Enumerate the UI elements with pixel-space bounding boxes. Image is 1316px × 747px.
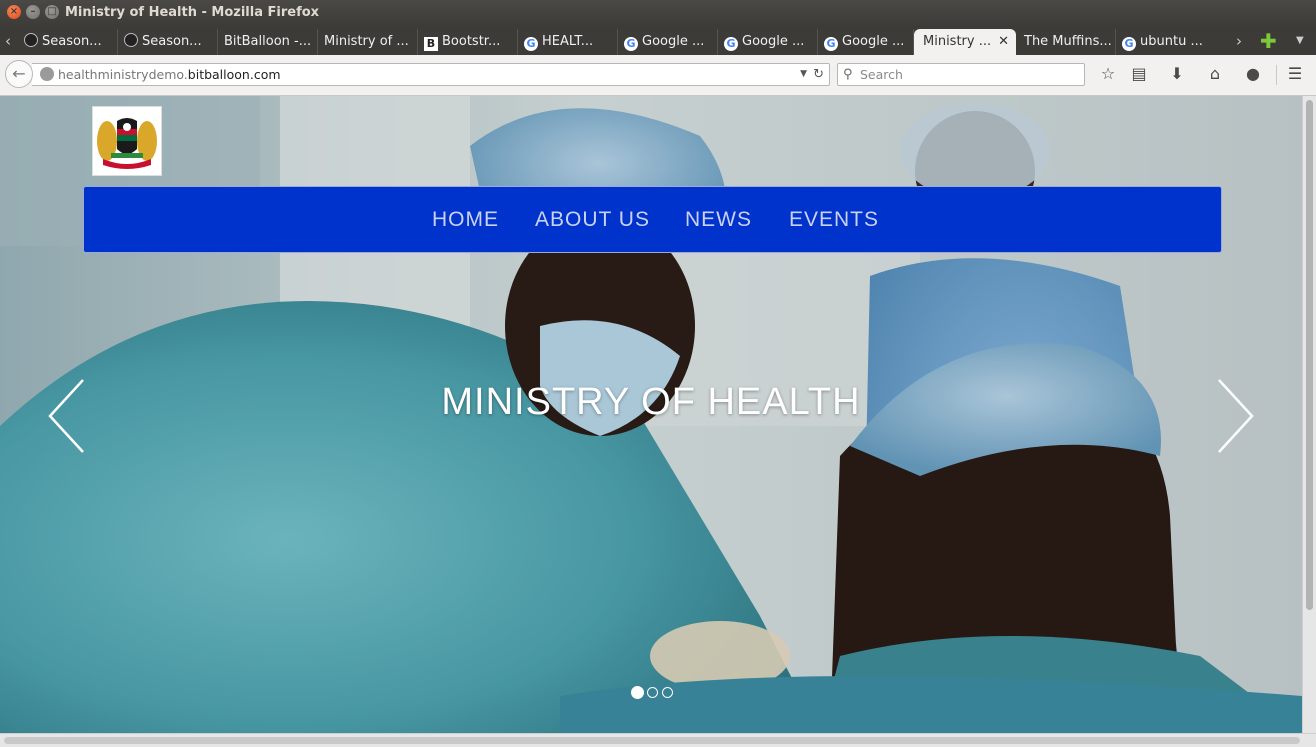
- tab[interactable]: BitBalloon -...: [218, 29, 318, 55]
- tab-label: Bootstr...: [442, 34, 501, 49]
- carousel-indicator[interactable]: [631, 686, 644, 699]
- bootstrap-icon: B: [424, 37, 438, 51]
- tab[interactable]: Season...: [118, 29, 218, 55]
- github-icon: [24, 33, 38, 47]
- navigation-toolbar: healthministrydemo.bitballoon.com ▼ ↻ ← …: [0, 55, 1316, 96]
- nav-link-events[interactable]: EVENTS: [789, 187, 879, 252]
- tab[interactable]: G Google ...: [818, 29, 914, 55]
- back-button[interactable]: ←: [5, 60, 33, 88]
- menu-hamburger-icon[interactable]: ☰: [1284, 63, 1306, 85]
- tab-label: ubuntu ...: [1140, 34, 1203, 49]
- window-title: Ministry of Health - Mozilla Firefox: [65, 5, 320, 20]
- google-icon: G: [824, 37, 838, 51]
- window-close-button[interactable]: ×: [7, 5, 21, 19]
- tab[interactable]: G HEALT...: [518, 29, 618, 55]
- carousel-prev-icon[interactable]: [47, 378, 87, 454]
- tab-label: Ministry of ...: [324, 34, 409, 49]
- carousel-indicator[interactable]: [647, 687, 658, 698]
- list-all-tabs-icon[interactable]: ▼: [1296, 27, 1304, 55]
- site-navigation-bar: HOME ABOUT US NEWS EVENTS: [83, 186, 1222, 253]
- coat-of-arms-logo[interactable]: [92, 106, 162, 176]
- vertical-scrollbar-thumb[interactable]: [1306, 100, 1313, 610]
- home-icon[interactable]: ⌂: [1204, 63, 1226, 85]
- search-bar[interactable]: ⚲: [837, 63, 1085, 86]
- google-icon: G: [624, 37, 638, 51]
- tab[interactable]: The Muffins...: [1016, 29, 1116, 55]
- hero-title: MINISTRY OF HEALTH: [441, 381, 861, 423]
- tab-label: Season...: [42, 34, 102, 49]
- page-viewport: HOME ABOUT US NEWS EVENTS MINISTRY OF HE…: [0, 96, 1302, 733]
- nav-link-about-us[interactable]: ABOUT US: [535, 187, 650, 252]
- tab[interactable]: Ministry of ...: [318, 29, 418, 55]
- site-identity-icon[interactable]: [40, 67, 54, 81]
- url-text[interactable]: healthministrydemo.bitballoon.com: [58, 64, 281, 85]
- search-input[interactable]: [860, 65, 1075, 83]
- tab-label: Season...: [142, 34, 202, 49]
- tab-label: The Muffins...: [1024, 34, 1112, 49]
- tab[interactable]: G Google ...: [718, 29, 818, 55]
- tab-label: Google ...: [842, 34, 905, 49]
- tab[interactable]: Season...: [18, 29, 118, 55]
- back-arrow-icon: ←: [12, 64, 26, 83]
- tab[interactable]: G Google ...: [618, 29, 718, 55]
- window-minimize-button[interactable]: –: [26, 5, 40, 19]
- tab[interactable]: Gubuntu ...: [1116, 29, 1216, 55]
- nav-link-news[interactable]: NEWS: [685, 187, 752, 252]
- tab-active[interactable]: Ministry ... ✕: [914, 29, 1016, 55]
- google-icon: G: [1122, 37, 1136, 51]
- tab-label: Google ...: [742, 34, 805, 49]
- tabs-scroll-left-icon[interactable]: ‹: [5, 27, 11, 55]
- carousel-next-icon[interactable]: [1215, 378, 1255, 454]
- tab-label: Ministry ...: [923, 34, 992, 49]
- address-bar[interactable]: healthministrydemo.bitballoon.com ▼ ↻: [32, 63, 830, 86]
- reload-icon[interactable]: ↻: [813, 64, 824, 85]
- github-icon: [124, 33, 138, 47]
- vertical-scrollbar[interactable]: [1302, 96, 1316, 733]
- tab-strip: ‹ Season... Season... BitBalloon -... Mi…: [0, 27, 1316, 55]
- window-title-bar: × – □ Ministry of Health - Mozilla Firef…: [0, 0, 1316, 27]
- tabs-scroll-right-icon[interactable]: ›: [1236, 27, 1242, 55]
- tab-label: Google ...: [642, 34, 705, 49]
- tab[interactable]: B Bootstr...: [418, 29, 518, 55]
- coat-of-arms-icon: [97, 118, 157, 169]
- reading-list-icon[interactable]: ▤: [1128, 63, 1150, 85]
- close-tab-icon[interactable]: ✕: [998, 29, 1009, 54]
- window-maximize-button[interactable]: □: [45, 5, 59, 19]
- google-icon: G: [524, 37, 538, 51]
- url-history-dropdown-icon[interactable]: ▼: [800, 64, 807, 85]
- downloads-icon[interactable]: ⬇: [1166, 63, 1188, 85]
- nav-link-home[interactable]: HOME: [432, 187, 499, 252]
- search-icon: ⚲: [843, 67, 853, 82]
- horizontal-scrollbar-thumb[interactable]: [4, 737, 1300, 744]
- horizontal-scrollbar[interactable]: [0, 733, 1316, 747]
- chat-icon[interactable]: ●: [1242, 63, 1264, 85]
- toolbar-separator: [1276, 65, 1277, 85]
- tab-label: BitBalloon -...: [224, 34, 312, 49]
- bookmark-star-icon[interactable]: ☆: [1097, 63, 1119, 85]
- new-tab-plus-icon[interactable]: ✚: [1260, 30, 1277, 52]
- google-icon: G: [724, 37, 738, 51]
- carousel-indicator[interactable]: [662, 687, 673, 698]
- tab-label: HEALT...: [542, 34, 594, 49]
